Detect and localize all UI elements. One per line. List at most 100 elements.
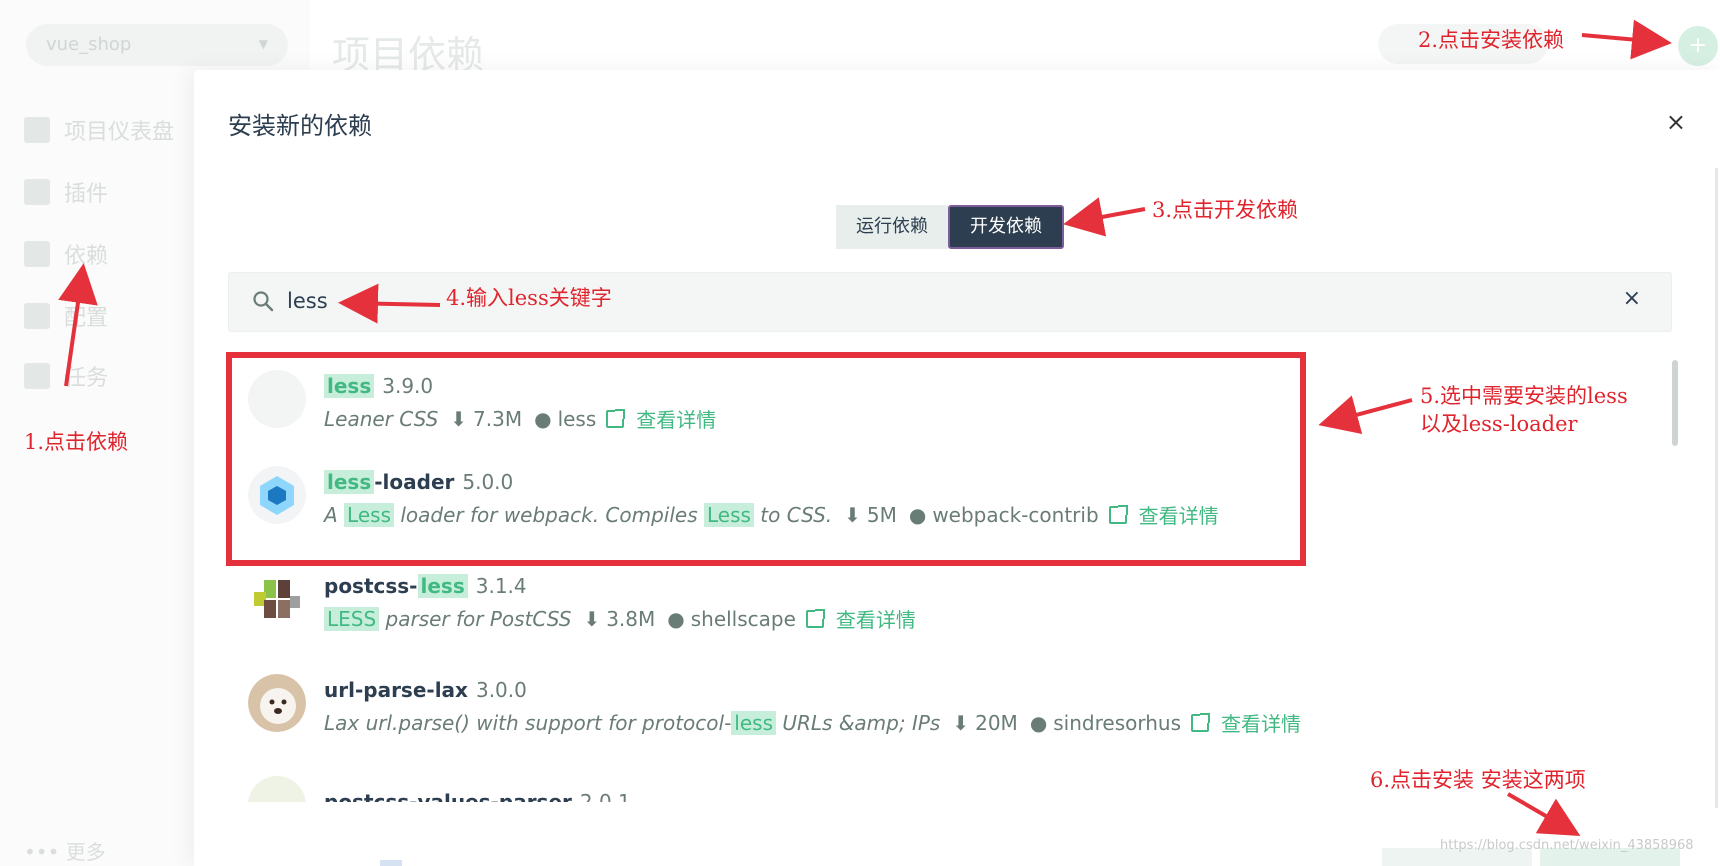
download-icon: ⬇ xyxy=(450,406,468,431)
desc-part: LESS xyxy=(324,606,380,631)
desc-part: A xyxy=(324,502,345,527)
sidebar-item-label: 依赖 xyxy=(64,244,109,269)
clear-search-icon[interactable]: × xyxy=(1623,286,1641,311)
package-description-line: LESS parser for PostCSS ⬇ 3.8M ● shellscap… xyxy=(324,604,916,633)
chevron-down-icon: ▼ xyxy=(258,37,268,51)
results-scrollbar[interactable] xyxy=(1672,360,1678,446)
sidebar-item-plugins[interactable]: 插件 xyxy=(24,174,108,210)
size-value: 5M xyxy=(866,502,897,527)
package-version: 2.0.1 xyxy=(579,790,631,802)
package-logo xyxy=(248,370,306,428)
sidebar-item-label: 插件 xyxy=(64,182,109,207)
user-icon: ● xyxy=(908,502,927,527)
tab-runtime-dependency[interactable]: 运行依赖 xyxy=(836,205,948,249)
more-label: 更多 xyxy=(65,840,106,864)
package-item-postcss-less[interactable]: postcss-less 3.1.4 LESS parser for PostCS… xyxy=(228,554,1428,650)
package-version: 3.1.4 xyxy=(475,574,527,598)
sidebar-item-label: 任务 xyxy=(64,366,109,391)
user-icon: ● xyxy=(667,606,685,631)
package-version: 5.0.0 xyxy=(462,470,514,494)
annotation-step5-line1: 5.选中需要安装的less xyxy=(1420,384,1628,408)
package-version: 3.0.0 xyxy=(475,678,527,702)
search-icon xyxy=(253,291,274,312)
package-description-line: Leaner CSS ⬇ 7.3M ● less 查看详情 xyxy=(324,404,716,433)
package-description: Leaner CSS xyxy=(324,406,439,431)
package-description: A Less loader for webpack. Compiles Less… xyxy=(324,502,833,527)
name-part: -loader xyxy=(374,470,455,494)
package-search-field[interactable]: less × xyxy=(228,272,1672,332)
install-dependency-modal: 安装新的依赖 × 运行依赖 开发依赖 less × less 3.9.0 Lean… xyxy=(194,70,1720,866)
sidebar-item-tasks[interactable]: 任务 xyxy=(24,358,108,394)
dependencies-icon xyxy=(24,241,50,267)
sidebar-more[interactable]: ••• 更多 xyxy=(24,836,106,865)
webpack-logo-icon xyxy=(248,466,306,524)
name-part: url-parse-lax xyxy=(324,678,468,702)
author-name: sindresorhus xyxy=(1053,710,1181,735)
package-author: ● sindresorhus xyxy=(1030,711,1181,735)
arrow-step2 xyxy=(1581,19,1672,60)
package-name: less xyxy=(324,374,375,398)
sidebar-item-config[interactable]: 配置 xyxy=(24,298,108,334)
postcss-less-logo-icon xyxy=(254,580,300,618)
view-details-link[interactable]: 查看详情 xyxy=(805,604,916,633)
download-size: ⬇ 20M xyxy=(952,711,1017,735)
author-avatar-dog xyxy=(248,674,306,732)
download-size: ⬇ 5M xyxy=(844,503,897,527)
package-description-line: Lax url.parse() with support for protoco… xyxy=(324,708,1301,737)
user-icon: ● xyxy=(534,406,552,431)
external-link-icon xyxy=(1191,712,1210,732)
watermark: https://blog.csdn.net/weixin_43858968 xyxy=(1440,838,1694,853)
desc-part: to CSS. xyxy=(753,502,833,527)
author-name: shellscape xyxy=(690,606,796,631)
footer-checkbox[interactable] xyxy=(380,860,402,866)
desc-part: less xyxy=(731,710,776,735)
project-select[interactable]: vue_shop ▼ xyxy=(26,24,288,66)
package-item-postcss-values-parser[interactable]: postcss-values-parser 2.0.1 xyxy=(228,760,1428,802)
size-value: 7.3M xyxy=(473,406,523,431)
package-name: postcss-less xyxy=(324,574,468,598)
package-name-line: url-parse-lax 3.0.0 xyxy=(324,678,527,702)
package-item-url-parse-lax[interactable]: url-parse-lax 3.0.0 Lax url.parse() with … xyxy=(228,658,1428,754)
desc-part: loader for webpack. Compiles xyxy=(393,502,705,527)
view-details-link[interactable]: 查看详情 xyxy=(1191,708,1301,737)
name-part: less xyxy=(417,574,468,598)
desc-part: Less xyxy=(704,502,754,527)
package-item-less-loader[interactable]: less -loader 5.0.0 A Less loader for webpa… xyxy=(228,450,1428,546)
search-input[interactable]: less xyxy=(287,289,328,313)
close-icon[interactable]: × xyxy=(1666,108,1686,136)
sidebar-item-label: 项目仪表盘 xyxy=(64,120,175,145)
modal-title: 安装新的依赖 xyxy=(228,112,372,140)
package-description-line: A Less loader for webpack. Compiles Less… xyxy=(324,500,1219,529)
tab-dev-dependency[interactable]: 开发依赖 xyxy=(948,205,1064,249)
package-item-less[interactable]: less 3.9.0 Leaner CSS ⬇ 7.3M ● less 查看详情 xyxy=(228,354,1428,450)
package-description: LESS parser for PostCSS xyxy=(324,606,572,631)
view-details-link[interactable]: 查看详情 xyxy=(606,404,716,433)
sidebar-item-label: 配置 xyxy=(64,306,109,331)
package-name: postcss-values-parser xyxy=(324,790,572,802)
user-icon: ● xyxy=(1029,710,1048,735)
annotation-step4: 4.输入less关键字 xyxy=(446,286,612,310)
sidebar-item-dependencies[interactable]: 依赖 xyxy=(24,236,108,272)
sidebar-item-dashboard[interactable]: 项目仪表盘 xyxy=(24,112,174,148)
download-size: ⬇ 7.3M xyxy=(450,407,522,431)
details-label: 查看详情 xyxy=(636,408,717,432)
desc-part: Less xyxy=(344,502,394,527)
package-name-line: less -loader 5.0.0 xyxy=(324,470,513,494)
size-value: 3.8M xyxy=(606,606,656,631)
view-details-link[interactable]: 查看详情 xyxy=(1108,500,1219,529)
annotation-step6: 6.点击安装 安装这两项 xyxy=(1370,768,1586,792)
package-name-line: postcss-values-parser 2.0.1 xyxy=(324,790,631,802)
modal-scroll-track[interactable] xyxy=(1715,168,1718,808)
desc-part: Lax url.parse() with support for protoco… xyxy=(324,710,732,735)
details-label: 查看详情 xyxy=(835,608,916,632)
annotation-step3: 3.点击开发依赖 xyxy=(1152,198,1299,222)
download-size: ⬇ 3.8M xyxy=(583,607,655,631)
desc-part: parser for PostCSS xyxy=(379,606,572,631)
author-name: webpack-contrib xyxy=(932,502,1099,527)
package-author: ● webpack-contrib xyxy=(909,503,1099,527)
external-link-icon xyxy=(1108,504,1128,524)
package-author: ● less xyxy=(534,407,596,431)
author-name: less xyxy=(557,406,597,431)
package-author: ● shellscape xyxy=(667,607,796,631)
install-dependency-button[interactable]: + xyxy=(1678,26,1718,66)
